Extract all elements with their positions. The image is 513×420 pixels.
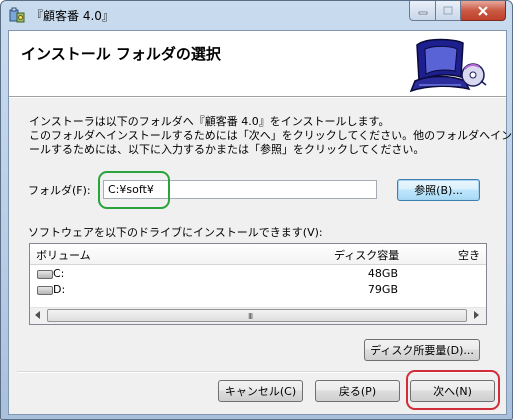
header-banner: インストール フォルダの選択: [9, 31, 506, 97]
column-volume[interactable]: ボリューム: [36, 247, 91, 263]
column-capacity[interactable]: ディスク容量: [334, 247, 399, 263]
maximize-button[interactable]: [436, 1, 461, 21]
drive-capacity: 79GB: [367, 283, 398, 296]
close-icon: [478, 5, 488, 16]
browse-button[interactable]: 参照(B)...: [397, 179, 480, 201]
grip-icon: III: [248, 312, 253, 321]
scroll-left-icon[interactable]: [35, 311, 40, 319]
minimize-button[interactable]: [409, 1, 436, 21]
list-item[interactable]: C: 48GB: [30, 266, 486, 282]
intro-text: インストーラは以下のフォルダへ『顧客番 4.0』をインストールします。 このフォ…: [29, 115, 513, 157]
disk-cost-button[interactable]: ディスク所要量(D)...: [364, 339, 480, 361]
cancel-button[interactable]: キャンセル(C): [218, 380, 303, 402]
column-free[interactable]: 空き: [458, 247, 480, 263]
horizontal-scrollbar[interactable]: III: [30, 307, 486, 324]
intro-line: ールするためには、以下に入力するかまたは「参照」をクリックしてください。: [29, 143, 425, 156]
caption-buttons: [409, 1, 506, 21]
drive-name: D:: [53, 283, 66, 296]
drive-capacity: 48GB: [367, 267, 398, 280]
installer-icon: [9, 7, 25, 23]
page-title: インストール フォルダの選択: [21, 45, 221, 63]
installer-window: 『顧客番 4.0』 インストール フォルダの選択 インストーラは以下のフォルダへ…: [0, 0, 513, 420]
scroll-right-icon[interactable]: [474, 311, 479, 319]
drive-icon: [37, 286, 53, 295]
next-button-highlight: [406, 370, 500, 410]
back-button[interactable]: 戻る(P): [315, 380, 400, 402]
title-bar[interactable]: 『顧客番 4.0』: [1, 1, 512, 29]
drive-list-header: ボリューム ディスク容量 空き: [30, 244, 486, 265]
drives-caption: ソフトウェアを以下のドライブにインストールできます(V):: [28, 226, 323, 239]
intro-line: このフォルダへインストールするためには「次へ」をクリックしてください。他のフォル…: [29, 129, 513, 142]
drive-list[interactable]: ボリューム ディスク容量 空き C: 48GB D: 79GB III: [29, 243, 487, 325]
maximize-icon: [443, 6, 453, 15]
minimize-icon: [418, 11, 427, 14]
computer-cd-icon: [409, 38, 487, 93]
close-button[interactable]: [461, 1, 506, 21]
folder-label: フォルダ(F):: [28, 184, 91, 197]
intro-line: インストーラは以下のフォルダへ『顧客番 4.0』をインストールします。: [29, 115, 390, 128]
drive-icon: [37, 270, 53, 279]
list-item[interactable]: D: 79GB: [30, 282, 486, 298]
drive-name: C:: [53, 267, 65, 280]
banner-separator: [9, 97, 506, 98]
folder-value-highlight: [98, 171, 170, 209]
window-title: 『顧客番 4.0』: [31, 9, 114, 23]
dialog-body: インストール フォルダの選択 インストーラは以下のフォルダへ『顧客番 4.0』を…: [8, 30, 513, 415]
scroll-thumb[interactable]: III: [47, 309, 467, 322]
